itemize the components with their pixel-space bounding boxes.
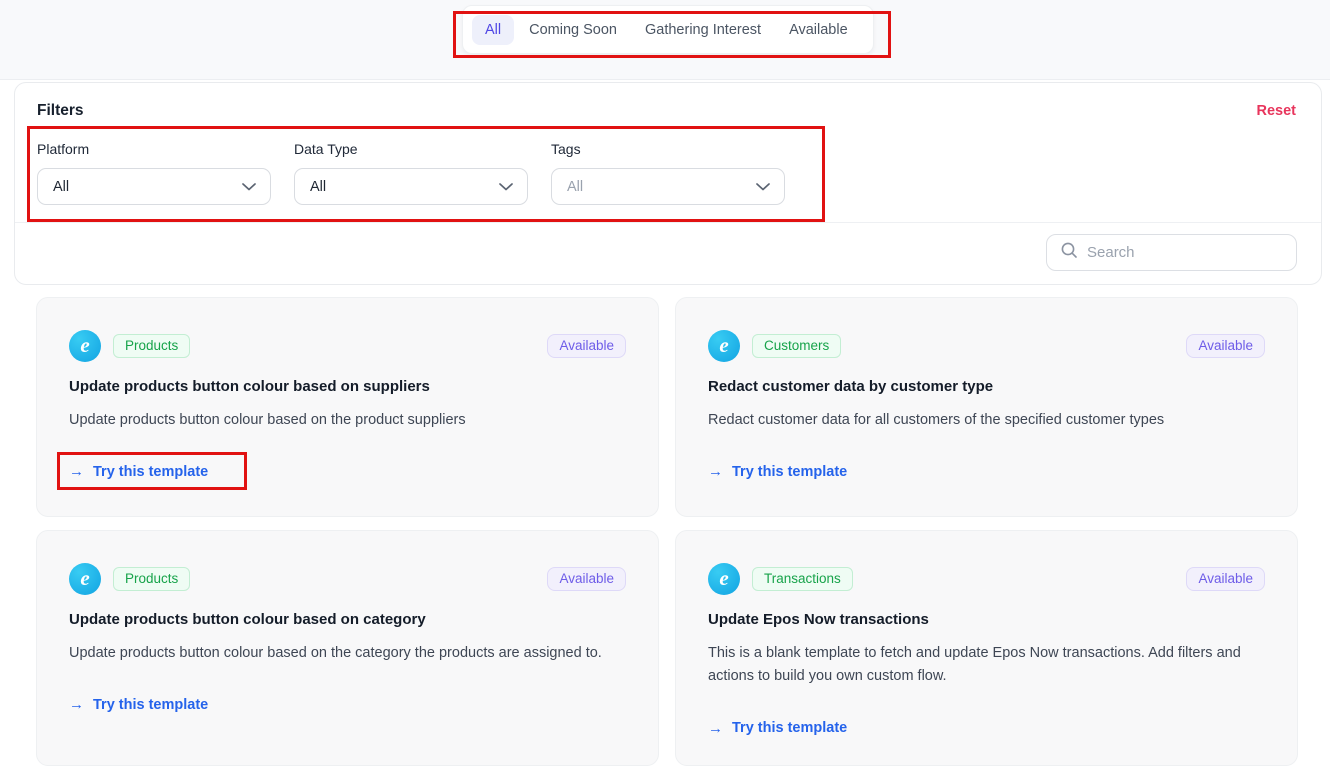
data-type-select-value: All (310, 178, 327, 195)
arrow-right-icon: → (708, 719, 723, 737)
data-type-tag: Transactions (752, 567, 853, 591)
search-box[interactable] (1046, 234, 1297, 271)
template-description: Redact customer data for all customers o… (708, 412, 1165, 428)
try-template-link[interactable]: → Try this template (69, 463, 208, 480)
template-title: Redact customer data by customer type (708, 378, 994, 395)
try-template-label: Try this template (732, 463, 848, 480)
template-card-category: e Products Available Update products but… (36, 530, 659, 766)
tags-select[interactable]: All (551, 168, 785, 205)
tab-gathering-interest[interactable]: Gathering Interest (632, 15, 774, 45)
tab-all[interactable]: All (472, 14, 515, 45)
template-description: Update products button colour based on t… (69, 412, 466, 428)
data-type-tag: Customers (752, 334, 842, 358)
template-description: This is a blank template to fetch and up… (708, 645, 1241, 685)
template-description: Update products button colour based on t… (69, 645, 602, 661)
tags-select-placeholder: All (567, 178, 584, 195)
template-title: Update products button colour based on c… (69, 611, 426, 628)
platform-filter: Platform All (37, 142, 271, 205)
template-card-redact-customers: e Customers Available Redact customer da… (675, 297, 1298, 517)
data-type-label: Data Type (294, 141, 358, 157)
template-title: Update products button colour based on s… (69, 378, 430, 395)
card-header: e Customers Available (708, 330, 1265, 362)
search-row (15, 223, 1321, 271)
data-type-tag: Products (113, 334, 191, 358)
status-badge: Available (547, 334, 626, 358)
status-badge: Available (547, 567, 626, 591)
header-bar: All Coming Soon Gathering Interest Avail… (0, 0, 1330, 80)
data-type-tag: Products (113, 567, 191, 591)
template-card-transactions: e Transactions Available Update Epos Now… (675, 530, 1298, 766)
search-icon (1060, 241, 1078, 264)
filters-panel: Filters Reset Platform All Data Type All… (14, 82, 1322, 285)
status-tab-bar: All Coming Soon Gathering Interest Avail… (462, 5, 874, 54)
epos-now-logo-icon: e (69, 330, 101, 362)
try-template-label: Try this template (732, 720, 848, 737)
arrow-right-icon: → (708, 463, 723, 481)
platform-label: Platform (37, 141, 90, 157)
tags-filter: Tags All (551, 142, 785, 205)
data-type-select[interactable]: All (294, 168, 528, 205)
filter-dropdowns-row: Platform All Data Type All Tags All (15, 120, 1321, 205)
card-header: e Products Available (69, 330, 626, 362)
chevron-down-icon (756, 178, 770, 196)
card-header: e Transactions Available (708, 563, 1265, 595)
filters-title: Filters (37, 102, 84, 119)
try-template-link[interactable]: → Try this template (708, 720, 847, 737)
try-template-link[interactable]: → Try this template (69, 696, 208, 713)
platform-select[interactable]: All (37, 168, 271, 205)
try-template-label: Try this template (93, 463, 209, 480)
status-badge: Available (1186, 334, 1265, 358)
chevron-down-icon (499, 178, 513, 196)
try-template-label: Try this template (93, 696, 209, 713)
try-template-link[interactable]: → Try this template (708, 463, 847, 480)
tab-coming-soon[interactable]: Coming Soon (516, 15, 630, 45)
epos-now-logo-icon: e (69, 563, 101, 595)
template-title: Update Epos Now transactions (708, 611, 929, 628)
arrow-right-icon: → (69, 696, 84, 714)
chevron-down-icon (242, 178, 256, 196)
card-header: e Products Available (69, 563, 626, 595)
status-badge: Available (1186, 567, 1265, 591)
template-card-suppliers: e Products Available Update products but… (36, 297, 659, 517)
tags-label: Tags (551, 141, 581, 157)
data-type-filter: Data Type All (294, 142, 528, 205)
epos-now-logo-icon: e (708, 563, 740, 595)
epos-now-logo-icon: e (708, 330, 740, 362)
search-input[interactable] (1087, 244, 1284, 261)
reset-filters-link[interactable]: Reset (1257, 103, 1297, 119)
template-cards-grid: e Products Available Update products but… (36, 297, 1298, 766)
arrow-right-icon: → (69, 463, 84, 481)
platform-select-value: All (53, 178, 70, 195)
tab-available[interactable]: Available (776, 15, 861, 45)
filters-header: Filters Reset (15, 83, 1321, 120)
